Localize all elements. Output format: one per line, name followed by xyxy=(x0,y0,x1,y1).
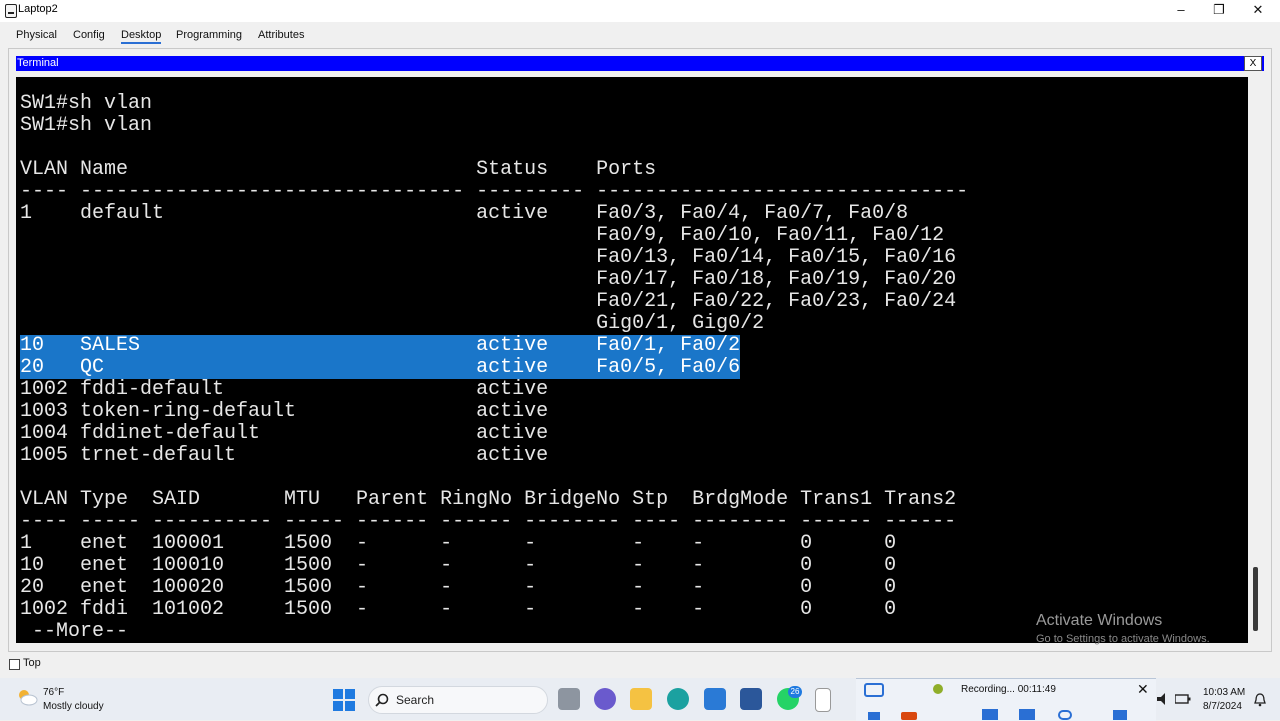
scrollbar-thumb[interactable] xyxy=(1253,567,1258,631)
terminal-line: 20 enet 100020 1500 - - - - - 0 0 xyxy=(20,576,897,599)
tab-desktop[interactable]: Desktop xyxy=(121,29,162,44)
terminal-line: Fa0/17, Fa0/18, Fa0/19, Fa0/20 xyxy=(20,268,957,291)
notification-bell-icon[interactable] xyxy=(1254,693,1266,707)
file-explorer-icon[interactable] xyxy=(630,688,652,710)
terminal-line: 1 enet 100001 1500 - - - - - 0 0 xyxy=(20,532,897,555)
window-title: Laptop2 xyxy=(18,3,58,15)
search-label: Search xyxy=(396,693,435,707)
weather-cloud-icon[interactable] xyxy=(16,688,38,706)
terminal-output[interactable]: SW1#sh vlan SW1#sh vlan VLAN Name Status… xyxy=(16,77,1248,643)
camera-icon[interactable] xyxy=(864,683,884,697)
terminal-line: VLAN Type SAID MTU Parent RingNo BridgeN… xyxy=(20,488,957,511)
terminal-line: 1003 token-ring-default active xyxy=(20,400,549,423)
weather-description: Mostly cloudy xyxy=(43,701,104,712)
terminal-line: Fa0/21, Fa0/22, Fa0/23, Fa0/24 xyxy=(20,290,957,313)
speaker-icon[interactable] xyxy=(1156,693,1170,705)
word-icon[interactable] xyxy=(740,688,762,710)
edge-browser-icon[interactable] xyxy=(667,688,689,710)
terminal-line: 1004 fddinet-default active xyxy=(20,422,549,445)
close-window-button[interactable]: ✕ xyxy=(1239,0,1277,20)
top-label: Top xyxy=(23,657,41,669)
battery-icon[interactable] xyxy=(1175,693,1191,705)
terminal-more-prompt: --More-- xyxy=(20,620,129,643)
search-icon xyxy=(375,693,389,707)
top-checkbox[interactable] xyxy=(9,659,20,670)
weather-temperature: 76°F xyxy=(43,687,65,698)
tab-config[interactable]: Config xyxy=(73,29,105,41)
clock-date[interactable]: 8/7/2024 xyxy=(1203,701,1242,712)
panel-footer xyxy=(0,653,1280,677)
terminal-line-selected: 10 SALES active Fa0/1, Fa0/2 xyxy=(20,334,741,357)
terminal-line: Fa0/13, Fa0/14, Fa0/15, Fa0/16 xyxy=(20,246,957,269)
terminal-line-selected: 20 QC active Fa0/5, Fa0/6 xyxy=(20,356,741,379)
draw-icon[interactable] xyxy=(1113,710,1127,720)
activation-watermark-hint: Go to Settings to activate Windows. xyxy=(1036,633,1210,645)
terminal-line: SW1#sh vlan xyxy=(20,114,153,137)
terminal-title-bar: Terminal xyxy=(16,56,1264,71)
highlighter-icon[interactable] xyxy=(1019,709,1035,720)
terminal-line: Gig0/1, Gig0/2 xyxy=(20,312,765,335)
recording-close-icon[interactable]: ✕ xyxy=(1137,681,1149,698)
terminal-line: 10 enet 100010 1500 - - - - - 0 0 xyxy=(20,554,897,577)
recording-indicator-icon xyxy=(933,684,943,694)
recording-timer: Recording... 00:11:49 xyxy=(961,684,1056,695)
taskbar-search-box[interactable] xyxy=(368,686,548,714)
terminal-line: 1005 trnet-default active xyxy=(20,444,549,467)
tab-bar: Physical Config Desktop Programming Attr… xyxy=(0,22,1280,48)
terminal-close-button[interactable]: X xyxy=(1244,56,1262,71)
maximize-button[interactable]: ❐ xyxy=(1200,0,1238,20)
whatsapp-badge: 26 xyxy=(788,686,802,698)
terminal-line: SW1#sh vlan xyxy=(20,92,153,115)
terminal-title: Terminal xyxy=(17,57,59,69)
activation-watermark-title: Activate Windows xyxy=(1036,612,1163,629)
terminal-line: 1002 fddi-default active xyxy=(20,378,549,401)
task-view-icon[interactable] xyxy=(558,688,580,710)
tab-physical[interactable]: Physical xyxy=(16,29,57,41)
pen-icon[interactable] xyxy=(982,709,998,720)
clock-time[interactable]: 10:03 AM xyxy=(1203,687,1245,698)
document-icon[interactable] xyxy=(815,688,831,712)
terminal-line: ---- -------------------------------- --… xyxy=(20,180,969,203)
title-bar: Laptop2 – ❐ ✕ xyxy=(0,0,1280,22)
terminal-line: ---- ----- ---------- ----- ------ -----… xyxy=(20,510,957,533)
pause-icon[interactable] xyxy=(868,712,880,720)
tab-attributes[interactable]: Attributes xyxy=(258,29,304,41)
minimize-button[interactable]: – xyxy=(1162,0,1200,20)
windows-start-icon[interactable] xyxy=(333,689,355,711)
terminal-line: 1002 fddi 101002 1500 - - - - - 0 0 xyxy=(20,598,897,621)
terminal-scrollbar[interactable] xyxy=(1250,77,1262,643)
terminal-line: VLAN Name Status Ports xyxy=(20,158,657,181)
stop-icon[interactable] xyxy=(901,712,917,720)
chat-icon[interactable] xyxy=(594,688,616,710)
tab-programming[interactable]: Programming xyxy=(176,29,242,41)
microsoft-store-icon[interactable] xyxy=(704,688,726,710)
laptop-icon xyxy=(5,4,17,18)
terminal-line: Fa0/9, Fa0/10, Fa0/11, Fa0/12 xyxy=(20,224,945,247)
terminal-line: 1 default active Fa0/3, Fa0/4, Fa0/7, Fa… xyxy=(20,202,909,225)
webcam-icon[interactable] xyxy=(1058,710,1072,720)
